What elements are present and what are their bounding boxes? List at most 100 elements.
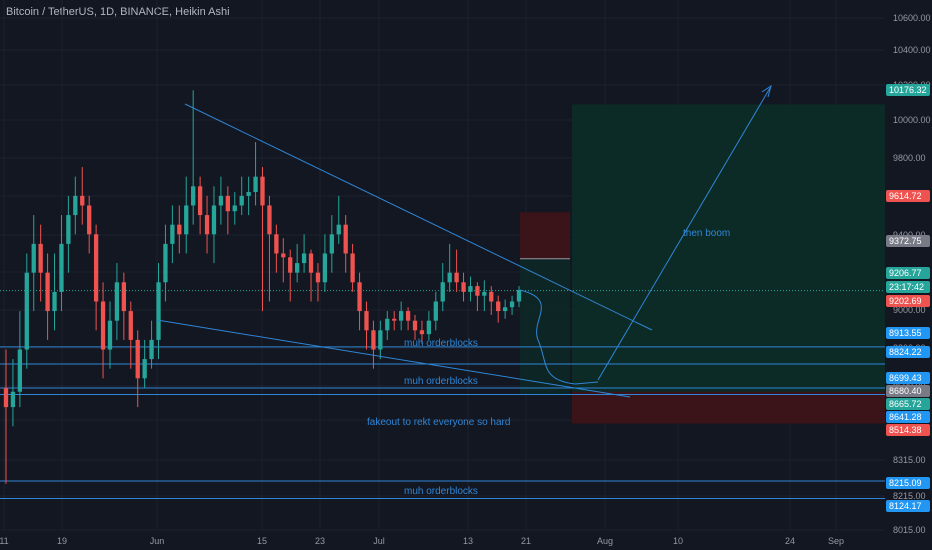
stop-zone: [572, 391, 885, 424]
candle-body: [364, 311, 369, 331]
price-badge-label: 8665.72: [889, 399, 922, 409]
candle-body: [412, 320, 418, 331]
candle-body: [170, 224, 175, 244]
candle-body: [3, 387, 9, 408]
candle-body: [405, 311, 411, 321]
candle-body: [461, 282, 466, 292]
candle-body: [121, 282, 127, 312]
time-tick-label: 15: [257, 536, 267, 546]
candle-body: [350, 253, 355, 283]
candle-body: [253, 176, 258, 193]
candle-body: [447, 272, 452, 283]
price-tick-label: 9800.00: [893, 153, 926, 163]
candle-body: [509, 301, 515, 308]
time-tick-label: Aug: [597, 536, 613, 546]
candle-body: [66, 215, 71, 244]
candle-body: [426, 320, 432, 335]
price-badge-label: 9614.72: [889, 191, 922, 201]
candle-body: [24, 272, 29, 350]
price-badge-label: 8215.09: [889, 478, 922, 488]
candle-body: [308, 253, 314, 273]
price-badge-label: 8124.17: [889, 501, 922, 511]
time-tick-label: Jul: [373, 536, 385, 546]
candle-body: [177, 224, 182, 235]
candle-body: [93, 234, 99, 302]
candle-body: [114, 282, 120, 321]
candle-body: [156, 282, 161, 340]
candle-body: [45, 272, 50, 312]
candle-body: [149, 339, 154, 360]
price-badge-label: 8699.43: [889, 373, 922, 383]
time-tick-label: 19: [57, 536, 67, 546]
time-tick-label: 21: [521, 536, 531, 546]
candle-body: [260, 176, 265, 206]
price-tick-label: 8015.00: [893, 525, 926, 535]
candle-body: [385, 318, 390, 331]
candle-body: [315, 272, 321, 283]
annotation-then-boom: then boom: [683, 228, 730, 239]
candle-body: [281, 253, 286, 258]
candle-body: [274, 234, 279, 254]
time-tick-label: 10: [673, 536, 683, 546]
candle-body: [392, 318, 397, 321]
candle-body: [10, 391, 16, 408]
candle-body: [142, 359, 147, 379]
candle-body: [419, 330, 425, 335]
price-badge-label: 23:17:42: [889, 282, 924, 292]
arrow-head-icon: [761, 84, 772, 98]
upper-stop-zone: [520, 212, 570, 259]
candle-body: [489, 291, 494, 302]
candle-body: [516, 289, 522, 302]
candle-body: [100, 301, 106, 350]
candle-body: [295, 263, 300, 273]
candle-body: [398, 311, 404, 321]
candle-body: [468, 286, 473, 292]
price-chart[interactable]: then boom muh orderblocks muh orderblocks m…: [0, 0, 932, 550]
price-badge-label: 8913.55: [889, 328, 922, 338]
time-tick-label: 11: [0, 536, 9, 546]
price-badge-label: 9202.69: [889, 296, 922, 306]
candle-body: [301, 253, 307, 264]
annotation-orderblocks: muh orderblocks: [404, 376, 478, 387]
candle-body: [218, 195, 224, 206]
price-tick-label: 8315.00: [893, 455, 926, 465]
price-tick-label: 10000.00: [893, 115, 931, 125]
candle-body: [225, 195, 230, 212]
price-tick-label: 10600.00: [893, 13, 931, 23]
candle-body: [135, 339, 140, 379]
candle-body: [80, 195, 85, 206]
annotation-fakeout: fakeout to rekt everyone so hard: [367, 417, 510, 428]
left-target-zone: [520, 258, 570, 395]
price-badge-label: 10176.32: [889, 85, 927, 95]
price-badge-label: 8824.22: [889, 347, 922, 357]
candle-body: [357, 282, 362, 312]
candle-body: [267, 205, 272, 235]
time-tick-label: Sep: [828, 536, 844, 546]
candle-body: [163, 243, 168, 283]
candle-body: [440, 282, 445, 302]
candle-body: [107, 320, 113, 350]
candle-body: [502, 307, 508, 312]
candle-body: [378, 330, 383, 350]
candle-body: [322, 253, 328, 283]
annotation-orderblocks: muh orderblocks: [404, 486, 478, 497]
candle-body: [475, 286, 480, 296]
candle-body: [232, 205, 237, 212]
price-badge-label: 8514.38: [889, 425, 922, 435]
candle-body: [17, 349, 23, 392]
price-tick-label: 8215.00: [893, 491, 926, 501]
time-tick-label: 23: [315, 536, 325, 546]
candle-body: [184, 205, 189, 235]
candle-body: [211, 205, 217, 235]
candle-body: [496, 301, 501, 312]
time-tick-label: 24: [785, 536, 795, 546]
price-badge-label: 8641.28: [889, 412, 922, 422]
price-badge-label: 8680.40: [889, 386, 922, 396]
candle-body: [38, 243, 43, 273]
price-badge-label: 9206.77: [889, 268, 922, 278]
candle-body: [31, 243, 36, 273]
candle-body: [52, 291, 57, 312]
annotation-orderblocks: muh orderblocks: [404, 338, 478, 349]
candle-body: [482, 291, 487, 296]
candle-body: [336, 224, 341, 235]
